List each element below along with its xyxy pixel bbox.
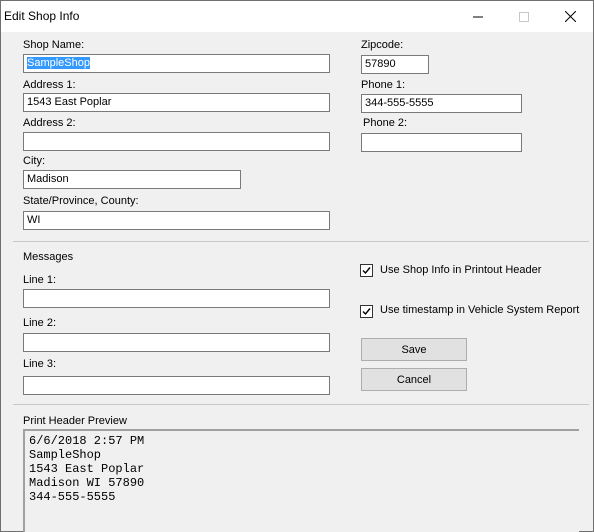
save-button[interactable]: Save bbox=[361, 338, 467, 361]
maximize-button bbox=[501, 1, 547, 32]
zipcode-label: Zipcode: bbox=[361, 39, 404, 51]
line2-input[interactable] bbox=[23, 333, 330, 352]
address1-label: Address 1: bbox=[23, 79, 76, 91]
cancel-button[interactable]: Cancel bbox=[361, 368, 467, 391]
minimize-button[interactable] bbox=[455, 1, 501, 32]
edit-shop-info-dialog: Edit Shop Info Shop Name: SampleShop Add… bbox=[0, 0, 594, 532]
use-timestamp-label[interactable]: Use timestamp in Vehicle System Report bbox=[380, 304, 579, 316]
phone1-label: Phone 1: bbox=[361, 79, 406, 91]
preview-line: SampleShop bbox=[29, 448, 102, 462]
city-label: City: bbox=[23, 155, 45, 167]
city-input[interactable]: Madison bbox=[23, 170, 241, 189]
state-label: State/Province, County: bbox=[23, 195, 139, 207]
use-shop-info-label[interactable]: Use Shop Info in Printout Header bbox=[380, 264, 541, 276]
title-bar[interactable]: Edit Shop Info bbox=[1, 1, 593, 32]
line2-label: Line 2: bbox=[23, 317, 57, 329]
preview-line: 1543 East Poplar bbox=[29, 462, 145, 476]
window-title: Edit Shop Info bbox=[4, 9, 80, 23]
shop-name-label: Shop Name: bbox=[23, 39, 85, 51]
messages-section-label: Messages bbox=[23, 251, 74, 263]
checkmark-icon bbox=[362, 267, 371, 275]
address2-input[interactable] bbox=[23, 132, 330, 151]
close-button[interactable] bbox=[547, 1, 593, 32]
use-timestamp-checkbox[interactable] bbox=[360, 305, 373, 318]
phone1-input[interactable]: 344-555-5555 bbox=[361, 94, 522, 113]
print-header-preview-label: Print Header Preview bbox=[23, 415, 127, 427]
shop-name-value: SampleShop bbox=[27, 57, 90, 69]
separator bbox=[13, 404, 589, 405]
shop-name-input[interactable]: SampleShop bbox=[23, 54, 330, 73]
checkmark-icon bbox=[362, 308, 371, 316]
line3-input[interactable] bbox=[23, 376, 330, 395]
preview-line: 344-555-5555 bbox=[29, 490, 116, 504]
print-header-preview: 6/6/2018 2:57 PM SampleShop 1543 East Po… bbox=[23, 429, 579, 532]
line3-label: Line 3: bbox=[23, 358, 57, 370]
zipcode-input[interactable]: 57890 bbox=[361, 55, 429, 74]
address1-input[interactable]: 1543 East Poplar bbox=[23, 93, 330, 112]
phone2-label: Phone 2: bbox=[363, 117, 408, 129]
address2-label: Address 2: bbox=[23, 117, 76, 129]
maximize-icon bbox=[519, 11, 529, 22]
close-icon bbox=[564, 11, 576, 22]
use-shop-info-checkbox[interactable] bbox=[360, 264, 373, 277]
line1-label: Line 1: bbox=[23, 274, 57, 286]
state-input[interactable]: WI bbox=[23, 211, 330, 230]
line1-input[interactable] bbox=[23, 289, 330, 308]
separator bbox=[13, 241, 589, 242]
preview-line: 6/6/2018 2:57 PM bbox=[29, 434, 145, 448]
preview-line: Madison WI 57890 bbox=[29, 476, 145, 490]
minimize-icon bbox=[473, 16, 483, 17]
phone2-input[interactable] bbox=[361, 133, 522, 152]
